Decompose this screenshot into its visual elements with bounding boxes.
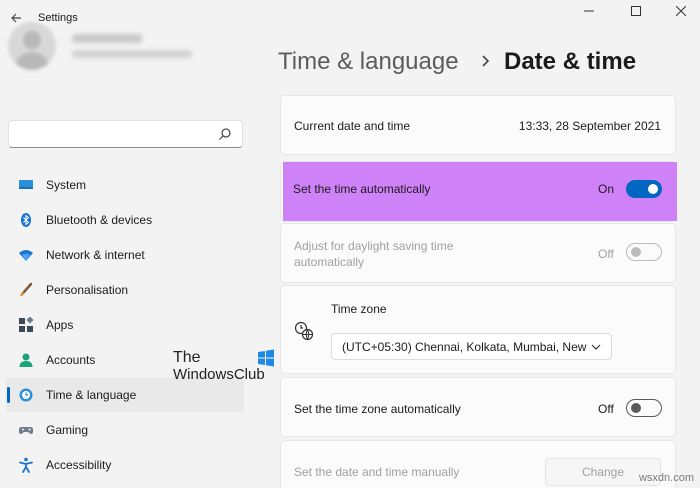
monitor-icon (18, 177, 34, 193)
current-time-value: 13:33, 28 September 2021 (518, 119, 661, 133)
maximize-icon (631, 6, 641, 16)
current-time-card: Current date and time 13:33, 28 Septembe… (280, 95, 676, 155)
sidebar-item-label: Accessibility (46, 457, 112, 472)
chevron-down-icon (591, 344, 601, 350)
dst-toggle[interactable] (626, 243, 662, 261)
person-icon (18, 352, 34, 368)
profile-email-blurred (72, 50, 192, 58)
minimize-icon (584, 10, 594, 12)
sidebar-item-system[interactable]: System (6, 167, 244, 202)
site-watermark: wsxdn.com (638, 472, 694, 484)
search-icon[interactable] (218, 127, 232, 141)
auto-time-toggle[interactable] (626, 180, 662, 198)
sidebar-item-personalisation[interactable]: Personalisation (6, 272, 244, 307)
accessibility-icon (18, 457, 34, 473)
sidebar-item-apps[interactable]: Apps (6, 307, 244, 342)
profile-name-blurred (72, 34, 142, 43)
wifi-icon (18, 247, 34, 263)
manual-time-label: Set the date and time manually (294, 465, 460, 479)
sidebar-item-label: Personalisation (46, 282, 129, 297)
auto-time-highlight: Set the time automatically On (283, 162, 677, 221)
timezone-card: Time zone (UTC+05:30) Chennai, Kolkata, … (280, 285, 676, 374)
thewindowsclub-watermark: The WindowsClub (173, 349, 283, 387)
manual-time-card: Set the date and time manually Change (280, 440, 676, 488)
maximize-button[interactable] (613, 0, 659, 22)
sidebar-item-label: Gaming (46, 422, 89, 437)
windows-logo-icon (258, 349, 274, 367)
sidebar-item-label: Apps (46, 317, 74, 332)
gamepad-icon (18, 422, 34, 438)
dst-label-line1: Adjust for daylight saving time (294, 239, 454, 253)
chevron-right-icon (482, 55, 490, 67)
sidebar-nav: System Bluetooth & devices Network & int… (6, 167, 244, 482)
sidebar-item-label: Network & internet (46, 247, 145, 262)
sidebar-item-bluetooth[interactable]: Bluetooth & devices (6, 202, 244, 237)
dst-label-line2: automatically (294, 255, 365, 269)
sidebar-item-label: Time & language (46, 387, 137, 402)
auto-timezone-state: Off (598, 402, 614, 416)
auto-timezone-card: Set the time zone automatically Off (280, 377, 676, 437)
watermark-line1: The (173, 349, 201, 366)
globe-clock-icon (294, 321, 314, 341)
timezone-label: Time zone (331, 302, 387, 316)
page-title: Date & time (504, 48, 637, 75)
auto-timezone-toggle[interactable] (626, 399, 662, 417)
minimize-button[interactable] (566, 0, 612, 22)
current-time-label: Current date and time (294, 119, 411, 133)
dst-state: Off (598, 247, 614, 261)
auto-timezone-label: Set the time zone automatically (294, 402, 461, 416)
sidebar-item-label: System (46, 177, 87, 192)
auto-time-state: On (598, 182, 615, 196)
watermark-line2: WindowsClub (173, 366, 265, 383)
dst-card: Adjust for daylight saving time automati… (280, 223, 676, 283)
close-icon (676, 6, 686, 16)
sidebar-item-gaming[interactable]: Gaming (6, 412, 244, 447)
timezone-dropdown[interactable]: (UTC+05:30) Chennai, Kolkata, Mumbai, Ne… (331, 333, 612, 360)
search-box (8, 120, 243, 148)
brush-icon (18, 282, 34, 298)
timezone-value: (UTC+05:30) Chennai, Kolkata, Mumbai, Ne… (342, 339, 587, 354)
globe-clock-icon (18, 387, 34, 403)
search-input[interactable] (9, 121, 209, 147)
auto-time-label: Set the time automatically (293, 182, 431, 196)
close-button[interactable] (658, 0, 700, 22)
avatar (8, 22, 56, 70)
apps-icon (18, 316, 34, 333)
sidebar-item-label: Bluetooth & devices (46, 212, 153, 227)
breadcrumb-parent[interactable]: Time & language (278, 48, 459, 76)
user-profile[interactable] (8, 22, 248, 82)
sidebar-item-accessibility[interactable]: Accessibility (6, 447, 244, 482)
bluetooth-icon (18, 212, 34, 228)
sidebar-item-network[interactable]: Network & internet (6, 237, 244, 272)
sidebar-item-label: Accounts (46, 352, 96, 367)
